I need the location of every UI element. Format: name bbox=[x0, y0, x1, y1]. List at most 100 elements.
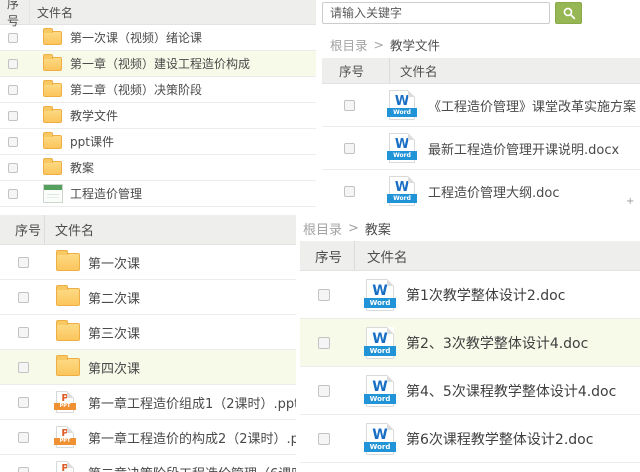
file-type-icon-slot: WWord bbox=[366, 423, 396, 455]
panel-course-file-list: 序号 文件名 第一次课第二次课第三次课第四次课 PPPT 第一章工程造价组成1（2课… bbox=[0, 215, 296, 472]
table-header: 序号 文件名 bbox=[300, 241, 640, 271]
file-type-icon-slot: WWord bbox=[389, 176, 417, 206]
row-checkbox[interactable] bbox=[8, 189, 18, 199]
row-checkbox[interactable] bbox=[18, 292, 29, 303]
file-name-link[interactable]: 第4、5次课程教学整体设计4.doc bbox=[406, 381, 616, 401]
search-input[interactable] bbox=[322, 2, 550, 24]
file-type-icon-slot bbox=[43, 83, 65, 97]
breadcrumb: 根目录 > 教学文件 bbox=[322, 34, 640, 54]
table-row: 第一章（视频）建设工程造价构成 bbox=[0, 51, 316, 77]
file-icon-ribbon: PPT bbox=[54, 403, 76, 410]
file-icon-letter: W bbox=[367, 332, 393, 346]
file-type-icon-slot bbox=[43, 161, 65, 175]
file-name-link[interactable]: 最新工程造价管理开课说明.docx bbox=[428, 139, 619, 158]
table-row: WWord 第1次教学整体设计2.doc bbox=[300, 271, 640, 319]
row-checkbox[interactable] bbox=[18, 397, 29, 408]
table-row: 工程造价管理 bbox=[0, 181, 316, 207]
file-icon-letter: W bbox=[390, 138, 414, 151]
file-icon-ribbon: Word bbox=[364, 346, 396, 356]
file-name-link[interactable]: 第6次课程教学整体设计2.doc bbox=[406, 429, 593, 449]
row-checkbox[interactable] bbox=[344, 100, 355, 111]
word-file-icon: WWord bbox=[389, 90, 415, 120]
file-name-link[interactable]: 《工程造价管理》课堂改革实施方案 bbox=[428, 96, 636, 115]
column-header-filename: 文件名 bbox=[45, 215, 94, 244]
file-name-link[interactable]: 第一章工程造价的构成2（2课时）.ppt bbox=[88, 428, 296, 447]
file-type-icon-slot: WWord bbox=[366, 279, 396, 311]
column-header-index: 序号 bbox=[300, 241, 355, 270]
file-type-icon-slot bbox=[56, 323, 82, 341]
search-button[interactable] bbox=[555, 2, 582, 24]
row-checkbox[interactable] bbox=[18, 362, 29, 373]
row-checkbox[interactable] bbox=[318, 385, 330, 397]
row-checkbox[interactable] bbox=[8, 111, 18, 121]
row-checkbox[interactable] bbox=[318, 433, 330, 445]
file-name-link[interactable]: 工程造价管理大纲.doc bbox=[428, 182, 560, 201]
breadcrumb-separator: > bbox=[348, 221, 359, 236]
file-name-link[interactable]: 第三次课 bbox=[88, 323, 140, 342]
file-icon-letter: W bbox=[390, 181, 414, 194]
file-name-link[interactable]: 教学文件 bbox=[70, 107, 118, 124]
row-checkbox[interactable] bbox=[344, 186, 355, 197]
table-row: 第一次课（视频）绪论课 bbox=[0, 25, 316, 51]
column-header-filename: 文件名 bbox=[390, 58, 438, 83]
file-icon-ribbon: PPT bbox=[54, 438, 76, 445]
row-checkbox[interactable] bbox=[8, 59, 18, 69]
file-name-link[interactable]: 第一章（视频）建设工程造价构成 bbox=[70, 55, 250, 72]
row-checkbox[interactable] bbox=[318, 337, 330, 349]
file-type-icon-slot bbox=[43, 184, 65, 203]
file-name-link[interactable]: 工程造价管理 bbox=[70, 185, 142, 202]
file-name-link[interactable]: 第2、3次教学整体设计4.doc bbox=[406, 333, 588, 353]
row-checkbox[interactable] bbox=[344, 143, 355, 154]
table-row: WWord 《工程造价管理》课堂改革实施方案 bbox=[322, 84, 640, 127]
file-type-icon-slot: WWord bbox=[366, 375, 396, 407]
file-name-link[interactable]: 第二章决策阶段工程造价管理（6课时）.ppt bbox=[88, 463, 296, 472]
row-checkbox[interactable] bbox=[8, 85, 18, 95]
file-rows: 第一次课（视频）绪论课第一章（视频）建设工程造价构成第二章（视频）决策阶段教学文… bbox=[0, 25, 316, 207]
file-name-link[interactable]: 第四次课 bbox=[88, 358, 140, 377]
column-header-filename: 文件名 bbox=[30, 0, 73, 24]
file-name-link[interactable]: ppt课件 bbox=[70, 133, 114, 150]
row-checkbox[interactable] bbox=[18, 467, 29, 472]
search-bar bbox=[322, 0, 640, 24]
word-file-icon: WWord bbox=[366, 423, 394, 455]
row-checkbox[interactable] bbox=[18, 257, 29, 268]
table-row: 教学文件 bbox=[0, 103, 316, 129]
file-type-icon-slot: PPPT bbox=[56, 461, 82, 472]
folder-icon bbox=[43, 83, 62, 97]
row-checkbox[interactable] bbox=[8, 137, 18, 147]
file-name-link[interactable]: 第二次课 bbox=[88, 288, 140, 307]
row-checkbox[interactable] bbox=[18, 432, 29, 443]
file-name-link[interactable]: 第一次课（视频）绪论课 bbox=[70, 29, 202, 46]
search-icon bbox=[562, 6, 576, 20]
table-row: WWord 第2、3次教学整体设计4.doc bbox=[300, 319, 640, 367]
row-checkbox[interactable] bbox=[8, 163, 18, 173]
file-type-icon-slot bbox=[43, 109, 65, 123]
plus-mark-icon: + bbox=[626, 196, 634, 207]
breadcrumb-root-link[interactable]: 根目录 bbox=[303, 219, 342, 238]
breadcrumb-current: 教学文件 bbox=[390, 35, 440, 54]
file-name-link[interactable]: 第一次课 bbox=[88, 253, 140, 272]
table-row: WWord 第4、5次课程教学整体设计4.doc bbox=[300, 367, 640, 415]
file-icon-ribbon: Word bbox=[387, 194, 417, 203]
folder-icon bbox=[43, 135, 62, 149]
file-name-link[interactable]: 第一章工程造价组成1（2课时）.ppt bbox=[88, 393, 296, 412]
file-icon-ribbon: Word bbox=[387, 151, 417, 160]
breadcrumb-root-link[interactable]: 根目录 bbox=[330, 35, 368, 54]
file-name-link[interactable]: 第1次教学整体设计2.doc bbox=[406, 285, 565, 305]
file-type-icon-slot: PPPT bbox=[56, 391, 82, 413]
folder-icon bbox=[43, 161, 62, 175]
ppt-file-icon: PPPT bbox=[56, 461, 74, 472]
row-checkbox[interactable] bbox=[318, 289, 330, 301]
column-header-index: 序号 bbox=[0, 215, 45, 244]
file-icon-letter: W bbox=[367, 428, 393, 442]
breadcrumb-current: 教案 bbox=[365, 219, 391, 238]
file-name-link[interactable]: 教案 bbox=[70, 159, 94, 176]
file-icon-letter: W bbox=[367, 380, 393, 394]
file-name-link[interactable]: 第二章（视频）决策阶段 bbox=[70, 81, 202, 98]
file-type-icon-slot bbox=[43, 57, 65, 71]
breadcrumb-separator: > bbox=[374, 37, 384, 52]
folder-icon bbox=[56, 288, 80, 306]
row-checkbox[interactable] bbox=[18, 327, 29, 338]
table-header: 序号 文件名 bbox=[0, 0, 316, 25]
row-checkbox[interactable] bbox=[8, 33, 18, 43]
